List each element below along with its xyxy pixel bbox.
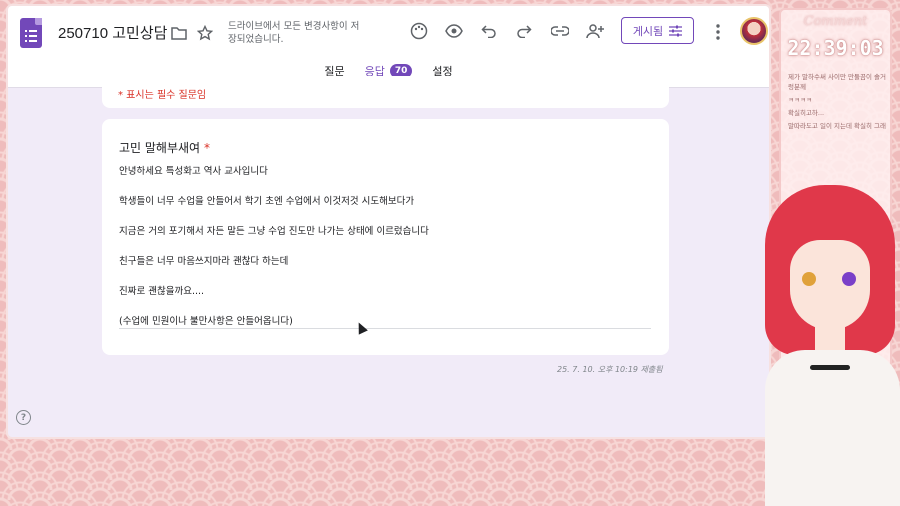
question-card: 고민 말해부새여 * 안녕하세요 특성화고 역사 교사입니다 학생들이 너무 수…	[102, 119, 669, 355]
submitted-timestamp: 25. 7. 10. 오후 10:19 제출됨	[557, 365, 663, 374]
comment-item: ㅋㅋㅋㅋ	[788, 96, 812, 104]
palette-icon[interactable]	[406, 18, 432, 44]
publish-label: 게시됨	[632, 24, 664, 38]
avatar-face	[790, 240, 870, 330]
avatar-eye-left	[802, 272, 816, 286]
question-title: 고민 말해부새여 *	[119, 141, 210, 155]
undo-icon[interactable]	[476, 18, 502, 44]
answer-text: 안녕하세요 특성화고 역사 교사입니다 학생들이 너무 수업을 안들어서 학기 …	[119, 165, 651, 345]
form-header-card: * 표시는 필수 질문임	[102, 76, 669, 108]
publish-button[interactable]: 게시됨	[621, 17, 694, 44]
tune-icon	[669, 25, 683, 36]
comment-title: Comment	[803, 14, 868, 29]
avatar-body	[765, 350, 900, 506]
required-note: * 표시는 필수 질문임	[118, 90, 207, 101]
answer-line: 안녕하세요 특성화고 역사 교사입니다	[119, 166, 268, 177]
avatar-eye-right	[842, 272, 856, 286]
account-avatar[interactable]	[740, 17, 768, 45]
answer-underline	[119, 328, 651, 329]
stream-clock: 22:39:03	[787, 36, 884, 60]
preview-icon[interactable]	[441, 18, 467, 44]
answer-line: 친구들은 너무 마음쓰지마라 괜찮다 하는데	[119, 256, 289, 267]
comment-item: 제가 말하수써 사이만 만둘끔이 솔거렁분께	[788, 73, 886, 91]
google-forms-logo-icon[interactable]	[20, 18, 42, 48]
folder-icon[interactable]	[166, 20, 192, 46]
help-icon[interactable]: ?	[16, 410, 31, 425]
vtuber-avatar	[755, 180, 900, 506]
comment-item: 말따라도고 일이 지는데 확실히 그래	[788, 122, 886, 130]
comment-list: 제가 말하수써 사이만 만둘끔이 솔거렁분께 ㅋㅋㅋㅋ 확실히고하... 말따라…	[788, 72, 888, 134]
link-icon[interactable]	[547, 18, 573, 44]
star-icon[interactable]	[192, 20, 218, 46]
redo-icon[interactable]	[511, 18, 537, 44]
more-vert-icon[interactable]	[705, 19, 731, 45]
add-collaborator-icon[interactable]	[582, 18, 608, 44]
required-mark: *	[203, 141, 210, 155]
answer-line: 진짜로 괜찮을까요....	[119, 286, 205, 297]
google-forms-window: 250710 고민상담 드라이브에서 모든 변경사항이 저장되었습니다. 게시됨	[6, 4, 771, 439]
save-status-text: 드라이브에서 모든 변경사항이 저장되었습니다.	[228, 21, 360, 45]
document-title[interactable]: 250710 고민상담	[58, 22, 167, 43]
comment-item: 확실히고하...	[788, 109, 825, 117]
answer-line: 학생들이 너무 수업을 안들어서 학기 초엔 수업에서 이것저것 시도해보다가	[119, 196, 415, 207]
answer-line: (수업에 민원이나 불만사항은 안들어옵니다)	[119, 316, 293, 327]
answer-line: 지금은 거의 포기해서 자든 말든 그냥 수업 진도만 나가는 상태에 이르렀습…	[119, 226, 429, 237]
